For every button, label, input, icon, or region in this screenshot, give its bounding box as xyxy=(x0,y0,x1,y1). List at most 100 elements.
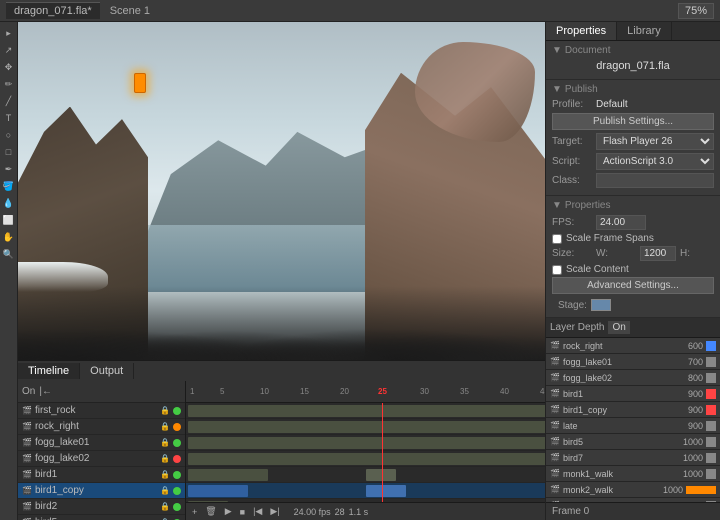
scene-label: Scene 1 xyxy=(110,5,150,17)
freehand-tool[interactable]: ✏ xyxy=(2,77,16,91)
next-frame-btn[interactable]: ▶| xyxy=(268,506,281,517)
ld-depth: 1000 xyxy=(653,485,683,495)
scale-frame-label: Scale Frame Spans xyxy=(566,233,654,244)
bucket-tool[interactable]: 🪣 xyxy=(2,179,16,193)
oval-tool[interactable]: ○ xyxy=(2,128,16,142)
layer-name: rock_right xyxy=(35,421,157,432)
ld-row[interactable]: 🎬 monk2_walk 1000 xyxy=(546,482,720,498)
document-section: ▼ Document dragon_071.fla xyxy=(546,41,720,80)
layer-row[interactable]: 🎬 bird5 🔒 xyxy=(18,515,185,520)
layer-depth-panel: Layer Depth On 🎬 rock_right 600 🎬 fogg_l… xyxy=(546,318,720,502)
h-label: H: xyxy=(680,248,720,259)
frame-number: 28 xyxy=(335,507,345,517)
fps-row: FPS: xyxy=(552,215,714,230)
top-bar: dragon_071.fla* Scene 1 75% xyxy=(0,0,720,22)
ld-row[interactable]: 🎬 bird1 900 xyxy=(546,386,720,402)
water-area xyxy=(123,225,387,293)
layer-row[interactable]: 🎬 fogg_lake01 🔒 xyxy=(18,435,185,451)
ld-color xyxy=(706,373,716,383)
advanced-settings-btn[interactable]: Advanced Settings... xyxy=(552,277,714,294)
ld-row[interactable]: 🎬 fogg_lake02 800 xyxy=(546,370,720,386)
props-title: ▼ Properties xyxy=(552,200,714,211)
frame-block xyxy=(188,453,545,465)
tab-properties[interactable]: Properties xyxy=(546,22,617,40)
width-input[interactable] xyxy=(640,246,676,261)
frame-row xyxy=(186,499,545,502)
ld-row[interactable]: 🎬 bird1_copy 900 xyxy=(546,402,720,418)
w-label: W: xyxy=(596,248,636,259)
scale-frame-check[interactable] xyxy=(552,234,562,244)
layer-icon: 🎬 xyxy=(22,470,32,479)
ld-name: monk2_walk xyxy=(563,485,650,495)
ld-row[interactable]: 🎬 bird5 1000 xyxy=(546,434,720,450)
layer-row[interactable]: 🎬 fogg_lake02 🔒 xyxy=(18,451,185,467)
panel-tabs: Properties Library xyxy=(546,22,720,41)
ld-depth: 1000 xyxy=(673,437,703,447)
target-dropdown[interactable]: Flash Player 26 xyxy=(596,133,714,150)
subselect-tool[interactable]: ↗ xyxy=(2,43,16,57)
ruler-mark-5: 5 xyxy=(220,387,224,396)
stage-color-swatch[interactable] xyxy=(591,299,611,311)
layer-row-selected[interactable]: 🎬 bird1_copy 🔒 xyxy=(18,483,185,499)
ld-depth: 1000 xyxy=(673,453,703,463)
ld-row[interactable]: 🎬 late 900 xyxy=(546,418,720,434)
transform-tool[interactable]: ✥ xyxy=(2,60,16,74)
eyedrop-tool[interactable]: 💧 xyxy=(2,196,16,210)
layer-row[interactable]: 🎬 first_rock 🔒 xyxy=(18,403,185,419)
pencil-tool[interactable]: ✒ xyxy=(2,162,16,176)
add-layer-btn[interactable]: + xyxy=(190,507,199,517)
prev-frame-btn[interactable]: |◀ xyxy=(251,506,264,517)
props-arrow: ▼ xyxy=(552,200,562,211)
ld-color xyxy=(706,357,716,367)
zoom-tool[interactable]: 🔍 xyxy=(2,247,16,261)
layer-name: fogg_lake02 xyxy=(35,453,157,464)
ld-row[interactable]: 🎬 monk1_walk 1000 xyxy=(546,466,720,482)
ld-depth: 600 xyxy=(673,341,703,351)
ld-row[interactable]: 🎬 fogg_lake01 700 xyxy=(546,354,720,370)
ruler-mark-40: 40 xyxy=(500,387,509,396)
publish-settings-btn[interactable]: Publish Settings... xyxy=(552,113,714,130)
scale-content-label: Scale Content xyxy=(566,264,629,275)
layer-row[interactable]: 🎬 bird1 🔒 xyxy=(18,467,185,483)
advanced-row: Advanced Settings... xyxy=(552,277,714,294)
ld-row[interactable]: 🎬 bird7 1000 xyxy=(546,450,720,466)
scale-frame-row: Scale Frame Spans xyxy=(552,233,714,244)
hand-tool[interactable]: ✋ xyxy=(2,230,16,244)
tab-timeline[interactable]: Timeline xyxy=(18,363,80,379)
layer-row[interactable]: 🎬 rock_right 🔒 xyxy=(18,419,185,435)
line-tool[interactable]: ╱ xyxy=(2,94,16,108)
text-tool[interactable]: T xyxy=(2,111,16,125)
delete-layer-btn[interactable]: 🗑 xyxy=(203,506,218,517)
stage[interactable] xyxy=(18,22,545,360)
ruler[interactable]: 1 5 10 15 20 25 30 35 40 45 50 55 xyxy=(186,381,545,403)
profile-value: Default xyxy=(596,99,628,110)
playhead[interactable] xyxy=(382,403,383,502)
timeline-content: On |← 🎬 first_rock 🔒 🎬 rock_right xyxy=(18,381,545,520)
ld-name: late xyxy=(563,421,670,431)
rect-tool[interactable]: □ xyxy=(2,145,16,159)
layer-name: bird2 xyxy=(35,501,157,512)
arrow-tool[interactable]: ▸ xyxy=(2,26,16,40)
ld-on-badge: On xyxy=(608,321,629,334)
eraser-tool[interactable]: ⬜ xyxy=(2,213,16,227)
frame-row xyxy=(186,403,545,419)
scale-content-check[interactable] xyxy=(552,265,562,275)
fps-input[interactable] xyxy=(596,215,646,230)
ld-depth: 900 xyxy=(673,405,703,415)
ld-color xyxy=(706,389,716,399)
script-dropdown[interactable]: ActionScript 3.0 xyxy=(596,153,714,170)
stop-btn[interactable]: ■ xyxy=(238,507,247,517)
tab-library[interactable]: Library xyxy=(617,22,672,40)
ld-icon: 🎬 xyxy=(550,421,560,430)
class-input[interactable] xyxy=(596,173,714,188)
profile-row: Profile: Default xyxy=(552,99,714,110)
ld-row[interactable]: 🎬 rock_right 600 xyxy=(546,338,720,354)
ld-depth: 700 xyxy=(673,357,703,367)
layer-row[interactable]: 🎬 bird2 🔒 xyxy=(18,499,185,515)
zoom-control[interactable]: 75% xyxy=(678,3,714,19)
file-tab[interactable]: dragon_071.fla* xyxy=(6,2,100,19)
tab-output[interactable]: Output xyxy=(80,363,134,379)
ld-name: bird7 xyxy=(563,453,670,463)
play-btn[interactable]: ▶ xyxy=(223,506,234,517)
fps-display: 24.00 fps xyxy=(294,507,331,517)
